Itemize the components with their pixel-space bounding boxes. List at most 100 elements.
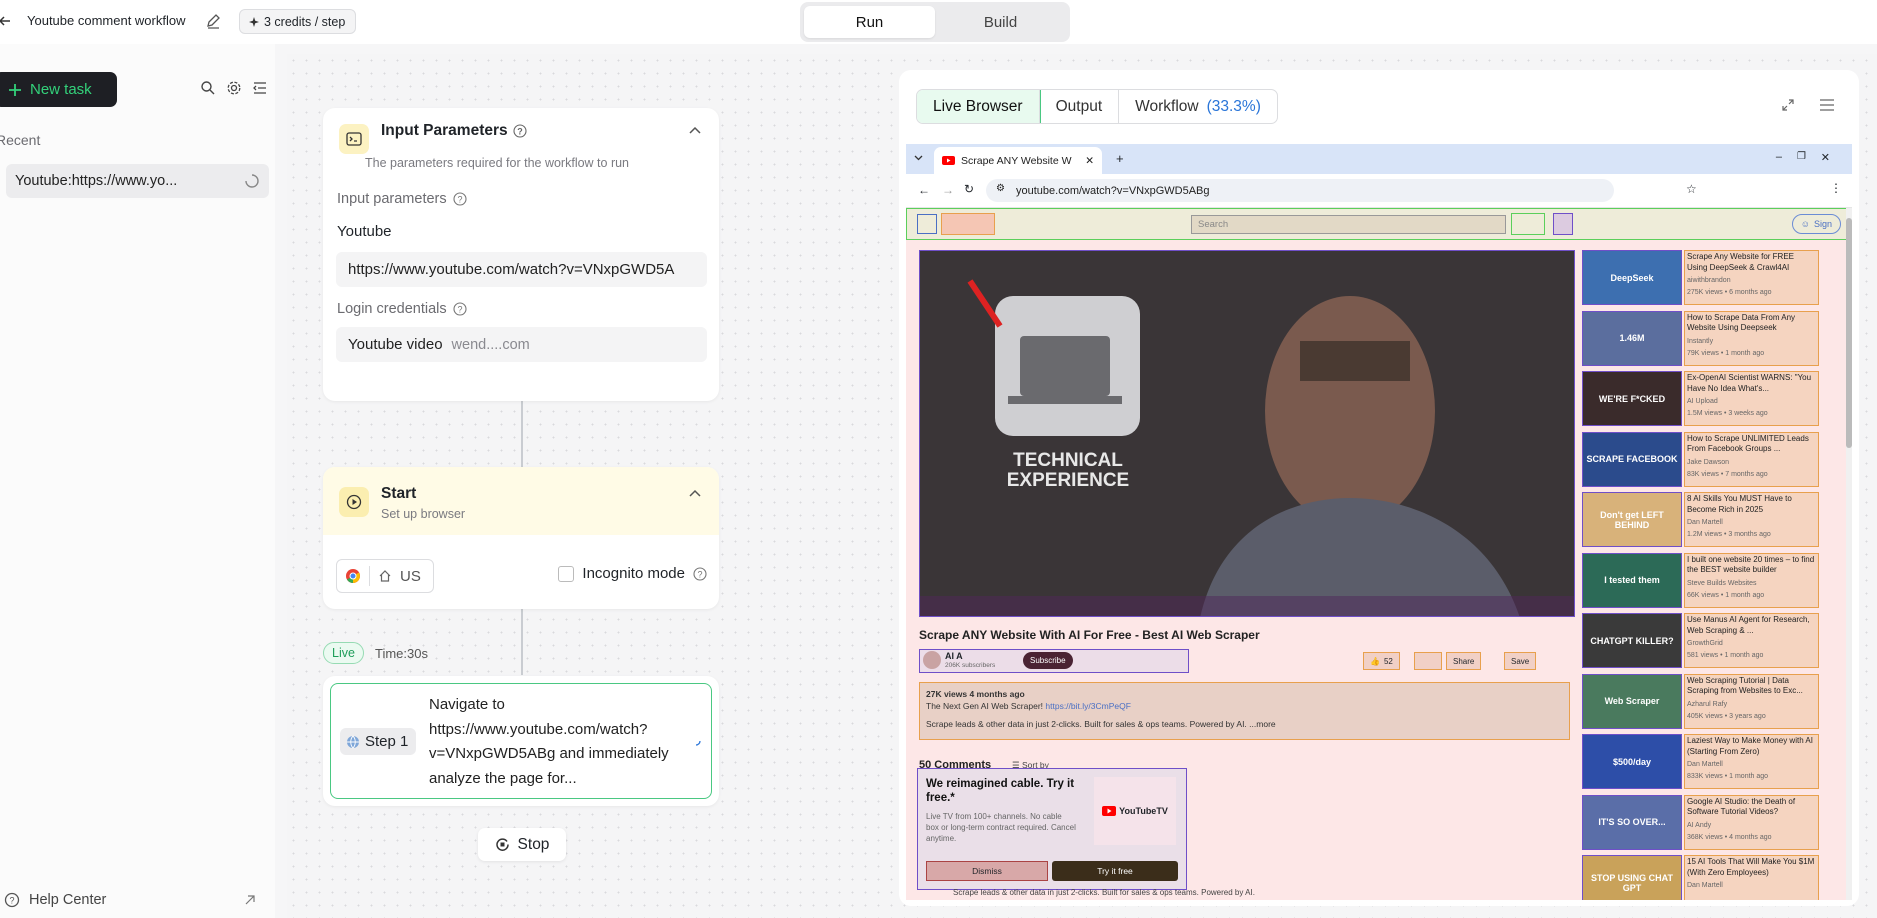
expand-icon[interactable]: [1781, 98, 1795, 112]
video-thumbnail[interactable]: CHATGPT KILLER?: [1582, 613, 1682, 668]
recommended-author[interactable]: aiwithbrandon: [1687, 276, 1816, 286]
recommended-author[interactable]: Dan Martell: [1687, 760, 1816, 770]
channel-name[interactable]: AI A: [945, 651, 963, 661]
edit-title-icon[interactable]: [205, 13, 221, 29]
recommended-author[interactable]: Azharul Rafy: [1687, 700, 1816, 710]
url-bar[interactable]: ⚙ youtube.com/watch?v=VNxpGWD5ABg: [986, 179, 1614, 202]
run-mode-button[interactable]: Run: [804, 6, 935, 38]
recommended-video[interactable]: CHATGPT KILLER? Use Manus AI Agent for Re…: [1582, 613, 1846, 674]
incognito-checkbox[interactable]: [558, 565, 575, 582]
video-thumbnail[interactable]: $500/day: [1582, 734, 1682, 789]
recommended-title[interactable]: Use Manus AI Agent for Research, Web Scr…: [1687, 615, 1816, 637]
video-thumbnail[interactable]: I tested them: [1582, 552, 1682, 608]
new-tab-icon[interactable]: +: [1116, 151, 1124, 166]
tab-live-browser[interactable]: Live Browser: [916, 90, 1041, 123]
desc-more-button[interactable]: ...more: [1249, 719, 1275, 729]
channel-avatar[interactable]: [923, 651, 941, 669]
save-button[interactable]: Save: [1504, 652, 1537, 670]
recommended-title[interactable]: Scrape Any Website for FREE Using DeepSe…: [1687, 252, 1816, 274]
hamburger-icon[interactable]: [917, 214, 937, 234]
recommended-author[interactable]: Jake Dawson: [1687, 458, 1816, 468]
video-description[interactable]: 27K views 4 months ago The Next Gen AI W…: [919, 682, 1570, 740]
browser-region-select[interactable]: US: [336, 559, 434, 593]
ad-dismiss-button[interactable]: Dismiss: [926, 861, 1048, 881]
recommended-author[interactable]: Steve Builds Websites: [1687, 579, 1816, 589]
search-button-icon[interactable]: [1511, 213, 1545, 235]
ad-try-free-button[interactable]: Try it free: [1052, 861, 1178, 881]
video-thumbnail[interactable]: Web Scraper: [1582, 673, 1682, 729]
help-center-link[interactable]: ? Help Center: [4, 892, 256, 908]
recommended-video[interactable]: $500/day Laziest Way to Make Money with A…: [1582, 734, 1846, 795]
login-credential-select[interactable]: Youtube video wend....com: [336, 327, 707, 362]
video-thumbnail[interactable]: DeepSeek: [1582, 250, 1682, 305]
recent-task-item[interactable]: Youtube:https://www.yo...: [6, 164, 269, 198]
bookmark-star-icon[interactable]: ☆: [1686, 182, 1697, 196]
gear-icon[interactable]: [226, 80, 242, 96]
sign-in-button[interactable]: ☺ Sign: [1791, 214, 1841, 234]
recommended-video[interactable]: 1.46M How to Scrape Data From Any Website…: [1582, 310, 1846, 372]
recommended-title[interactable]: Web Scraping Tutorial | Data Scraping fr…: [1687, 676, 1816, 698]
recommended-author[interactable]: Instantly: [1687, 337, 1816, 347]
search-icon[interactable]: [200, 80, 216, 96]
recommended-video[interactable]: Web Scraper Web Scraping Tutorial | Data …: [1582, 673, 1846, 735]
recommended-video[interactable]: IT'S SO OVER... Google AI Studio: the Dea…: [1582, 794, 1846, 856]
recommended-video[interactable]: Don't get LEFT BEHIND 8 AI Skills You MUS…: [1582, 492, 1846, 553]
build-mode-button[interactable]: Build: [935, 6, 1066, 38]
recommended-video[interactable]: SCRAPE FACEBOOK How to Scrape UNLIMITED L…: [1582, 431, 1846, 493]
recommended-video[interactable]: STOP USING CHAT GPT 15 AI Tools That Will…: [1582, 855, 1846, 900]
share-button[interactable]: Share: [1446, 652, 1482, 670]
close-tab-icon[interactable]: ✕: [1085, 155, 1094, 167]
youtube-logo[interactable]: [941, 213, 995, 235]
recommended-title[interactable]: Ex-OpenAI Scientist WARNS: "You Have No …: [1687, 373, 1816, 395]
recommended-title[interactable]: Laziest Way to Make Money with AI (Start…: [1687, 736, 1816, 758]
desc-link[interactable]: https://bit.ly/3CmPeQF: [1045, 701, 1131, 711]
video-player[interactable]: TECHNICAL EXPERIENCE: [919, 250, 1575, 617]
dislike-icon[interactable]: [1414, 652, 1442, 670]
browser-tab[interactable]: Scrape ANY Website W ✕: [934, 147, 1102, 174]
reload-icon[interactable]: ↻: [964, 182, 974, 196]
chevron-up-icon[interactable]: [689, 126, 701, 134]
page-scrollbar[interactable]: [1846, 208, 1852, 900]
recommended-title[interactable]: I built one website 20 times – to find t…: [1687, 555, 1816, 577]
video-thumbnail[interactable]: 1.46M: [1582, 310, 1682, 366]
back-icon[interactable]: ←: [918, 183, 930, 197]
like-button[interactable]: 👍 52: [1363, 652, 1400, 670]
recommended-video[interactable]: WE'RE F*CKED Ex-OpenAI Scientist WARNS: "…: [1582, 371, 1846, 432]
recommended-title[interactable]: How to Scrape UNLIMITED Leads From Faceb…: [1687, 434, 1816, 456]
subscribe-button[interactable]: Subscribe: [1023, 652, 1073, 669]
recommended-video[interactable]: I tested them I built one website 20 time…: [1582, 552, 1846, 614]
back-arrow-icon[interactable]: [0, 14, 12, 28]
recommended-video[interactable]: DeepSeek Scrape Any Website for FREE Usin…: [1582, 250, 1846, 311]
video-thumbnail[interactable]: IT'S SO OVER...: [1582, 794, 1682, 850]
video-thumbnail[interactable]: Don't get LEFT BEHIND: [1582, 492, 1682, 547]
browser-menu-icon[interactable]: ⋮: [1830, 181, 1842, 195]
incognito-toggle[interactable]: Incognito mode ?: [558, 565, 707, 582]
step-card[interactable]: Step 1 Navigate to https://www.youtube.c…: [323, 676, 719, 806]
chevron-down-icon[interactable]: [914, 155, 923, 161]
recommended-author[interactable]: GrowthGrid: [1687, 639, 1816, 649]
restore-icon[interactable]: ❐: [1797, 151, 1806, 162]
video-thumbnail[interactable]: SCRAPE FACEBOOK: [1582, 431, 1682, 487]
recommended-author[interactable]: AI Andy: [1687, 821, 1816, 831]
close-window-icon[interactable]: ✕: [1821, 151, 1830, 164]
video-thumbnail[interactable]: STOP USING CHAT GPT: [1582, 855, 1682, 900]
recommended-title[interactable]: Google AI Studio: the Death of Software …: [1687, 797, 1816, 819]
youtube-url-input[interactable]: https://www.youtube.com/watch?v=VNxpGWD5…: [336, 252, 707, 287]
forward-icon[interactable]: →: [942, 183, 954, 197]
recommended-title[interactable]: 15 AI Tools That Will Make You $1M (With…: [1687, 857, 1816, 879]
microphone-icon[interactable]: [1553, 213, 1573, 235]
youtube-search-input[interactable]: Search: [1191, 215, 1506, 234]
recommended-title[interactable]: 8 AI Skills You MUST Have to Become Rich…: [1687, 494, 1816, 516]
recommended-author[interactable]: Dan Martell: [1687, 881, 1816, 891]
panel-menu-icon[interactable]: [1819, 98, 1835, 112]
recommended-author[interactable]: Dan Martell: [1687, 518, 1816, 528]
tab-output[interactable]: Output: [1040, 90, 1120, 123]
collapse-sidebar-icon[interactable]: [252, 80, 268, 96]
video-thumbnail[interactable]: WE'RE F*CKED: [1582, 371, 1682, 426]
recommended-title[interactable]: How to Scrape Data From Any Website Usin…: [1687, 313, 1816, 335]
scrollbar-thumb[interactable]: [1846, 218, 1852, 448]
chevron-up-icon[interactable]: [689, 489, 701, 497]
tab-workflow[interactable]: Workflow (33.3%): [1119, 90, 1277, 123]
recommended-author[interactable]: AI Upload: [1687, 397, 1816, 407]
new-task-button[interactable]: New task: [0, 72, 117, 107]
